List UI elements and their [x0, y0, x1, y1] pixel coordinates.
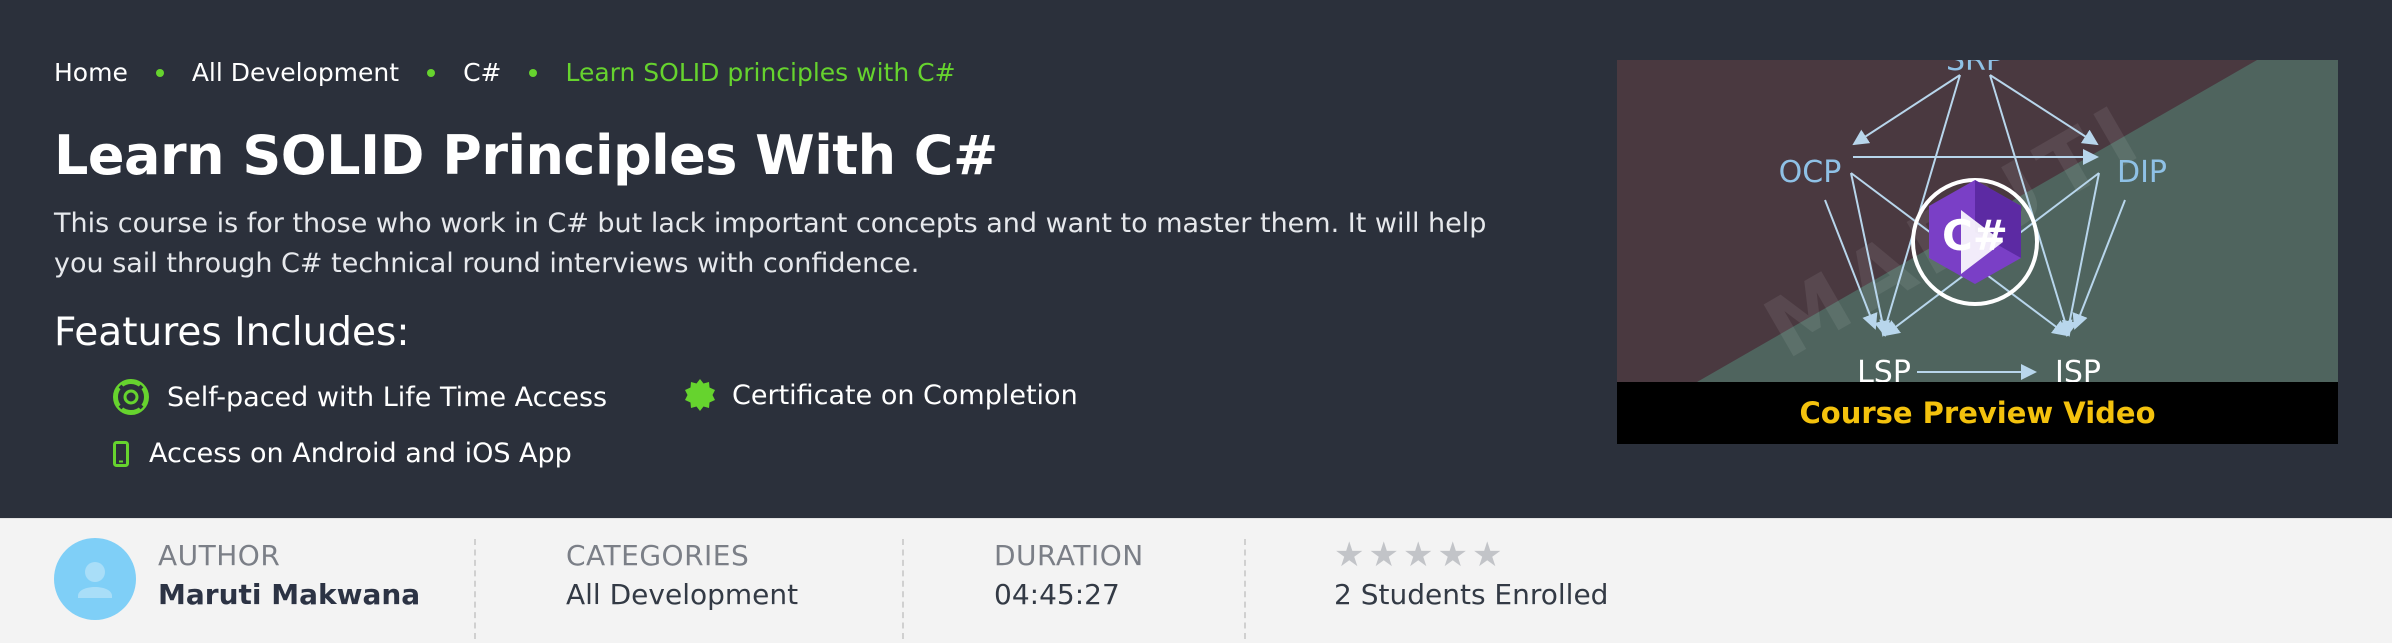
column-divider	[474, 539, 476, 639]
categories-info: CATEGORIES All Development	[566, 539, 798, 615]
duration-label: DURATION	[994, 539, 1144, 572]
duration-info: DURATION 04:45:27	[994, 539, 1144, 615]
preview-caption: Course Preview Video	[1617, 382, 2338, 444]
certificate-badge-icon	[685, 379, 715, 411]
star-icon: ★	[1471, 535, 1503, 575]
ocp-label: OCP	[1779, 155, 1842, 190]
column-divider	[1244, 539, 1246, 639]
rating-info: ★ ★ ★ ★ ★ 2 Students Enrolled	[1334, 537, 1609, 615]
lsp-label: LSP	[1857, 355, 1911, 382]
feature-label: Access on Android and iOS App	[149, 438, 572, 469]
breadcrumb-separator-dot	[155, 68, 164, 77]
feature-label: Certificate on Completion	[732, 379, 1078, 411]
author-label: AUTHOR	[158, 539, 281, 572]
duration-value: 04:45:27	[994, 578, 1120, 611]
dip-label: DIP	[2117, 155, 2167, 190]
feature-lifetime-access: Self-paced with Life Time Access	[113, 379, 607, 415]
breadcrumb-current-course: Learn SOLID principles with C#	[565, 58, 956, 87]
star-icon: ★	[1402, 535, 1434, 575]
srp-label: SRP	[1946, 60, 2004, 78]
course-preview-video[interactable]: MARUTI C# SRP OCP	[1617, 60, 2338, 444]
categories-label: CATEGORIES	[566, 539, 750, 572]
course-hero: Home All Development C# Learn SOLID prin…	[0, 0, 2392, 518]
breadcrumb: Home All Development C# Learn SOLID prin…	[54, 58, 956, 87]
feature-mobile-access: Access on Android and iOS App	[113, 438, 572, 469]
lifebuoy-icon	[113, 379, 149, 415]
author-avatar	[54, 538, 136, 620]
breadcrumb-home[interactable]: Home	[54, 58, 128, 87]
breadcrumb-separator-dot	[529, 68, 538, 77]
rating-stars: ★ ★ ★ ★ ★	[1334, 537, 1608, 573]
features-heading: Features Includes:	[54, 310, 410, 355]
mobile-phone-icon	[113, 440, 129, 467]
breadcrumb-csharp[interactable]: C#	[463, 58, 501, 87]
star-icon: ★	[1368, 535, 1399, 575]
star-icon: ★	[1437, 535, 1468, 575]
author-info: AUTHOR Maruti Makwana	[158, 539, 420, 615]
enrolled-count: 2 Students Enrolled	[1334, 578, 1609, 611]
breadcrumb-separator-dot	[427, 68, 436, 77]
solid-diagram-thumbnail: MARUTI C# SRP OCP	[1617, 60, 2338, 382]
star-icon: ★	[1334, 535, 1365, 575]
isp-label: ISP	[2055, 355, 2101, 382]
categories-value[interactable]: All Development	[566, 575, 798, 615]
course-description: This course is for those who work in C# …	[54, 208, 1487, 279]
feature-certificate: Certificate on Completion	[684, 379, 1078, 411]
column-divider	[902, 539, 904, 639]
course-info-bar: AUTHOR Maruti Makwana CATEGORIES All Dev…	[0, 518, 2392, 643]
breadcrumb-all-development[interactable]: All Development	[192, 58, 399, 87]
user-silhouette-icon	[78, 562, 112, 598]
author-name[interactable]: Maruti Makwana	[158, 575, 420, 615]
feature-label: Self-paced with Life Time Access	[167, 381, 608, 413]
course-title: Learn SOLID Principles With C#	[54, 124, 998, 187]
